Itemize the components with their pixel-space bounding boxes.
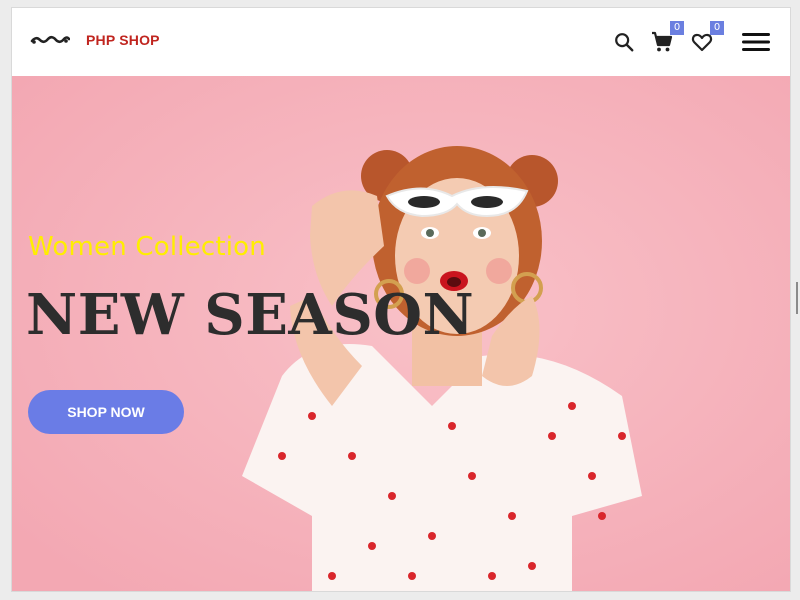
hero-title: NEW SEASON bbox=[26, 282, 475, 348]
cart-button[interactable]: 0 bbox=[648, 21, 684, 56]
logo-mark bbox=[30, 35, 70, 44]
hero-banner: Women Collection NEW SEASON SHOP NOW bbox=[12, 76, 790, 591]
menu-button[interactable] bbox=[740, 28, 772, 56]
wishlist-count-badge: 0 bbox=[710, 21, 724, 35]
search-button[interactable] bbox=[610, 28, 638, 56]
cart-count-badge: 0 bbox=[670, 21, 684, 35]
brand-name: PHP SHOP bbox=[86, 32, 160, 48]
shop-now-button[interactable]: SHOP NOW bbox=[28, 390, 184, 434]
scrollbar-thumb[interactable] bbox=[796, 282, 798, 314]
hero-subtitle: Women Collection bbox=[28, 232, 266, 262]
logo[interactable]: PHP SHOP bbox=[30, 32, 160, 48]
site-header: PHP SHOP 0 0 bbox=[12, 8, 790, 76]
search-icon bbox=[615, 33, 634, 52]
wishlist-button[interactable]: 0 bbox=[688, 21, 724, 56]
menu-icon bbox=[742, 33, 770, 51]
browser-viewport: PHP SHOP 0 0 Women Collection NEW SEASON… bbox=[11, 7, 791, 592]
